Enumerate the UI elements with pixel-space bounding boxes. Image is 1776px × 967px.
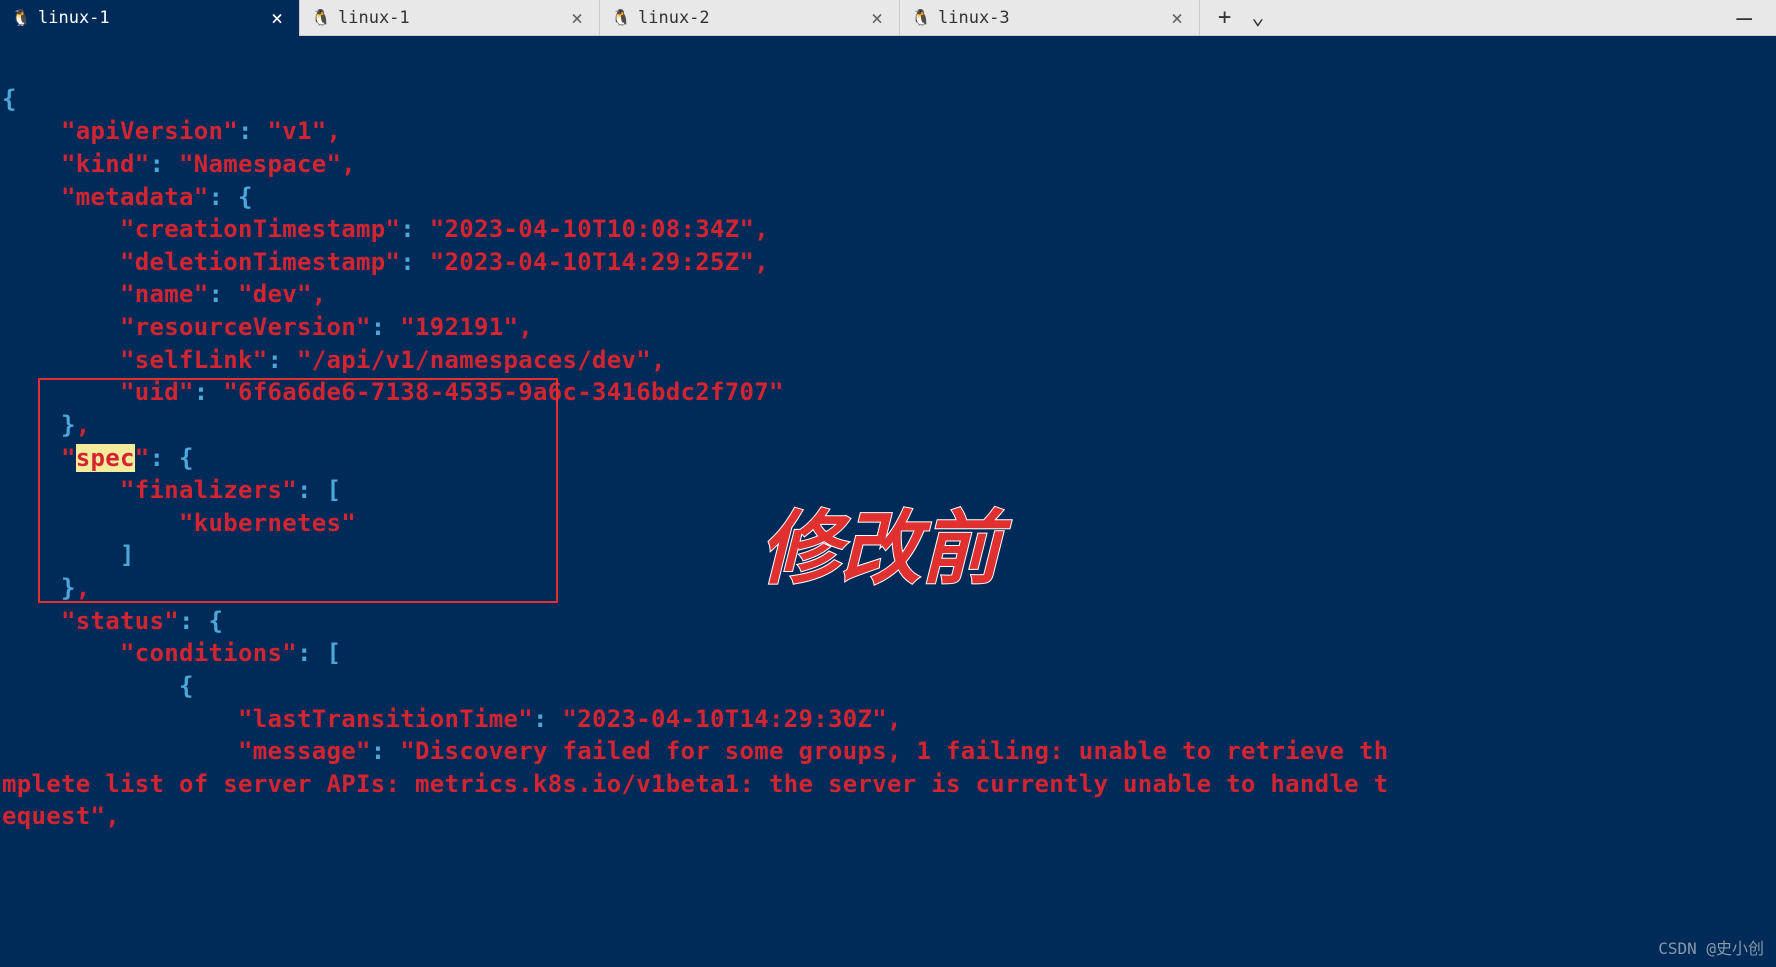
json-comma: , <box>341 150 356 178</box>
json-string: "2023-04-10T14:29:30Z" <box>562 705 886 733</box>
json-comma: , <box>754 215 769 243</box>
json-brace-close: } <box>61 411 76 439</box>
json-comma: , <box>105 802 120 830</box>
json-key: "lastTransitionTime" <box>238 705 533 733</box>
penguin-icon: 🐧 <box>312 9 330 27</box>
json-key: "apiVersion" <box>61 117 238 145</box>
json-colon: : <box>371 313 386 341</box>
json-comma: , <box>327 117 342 145</box>
penguin-icon: 🐧 <box>612 9 630 27</box>
tab-linux-3[interactable]: 🐧 linux-3 × <box>900 0 1200 36</box>
json-string: "2023-04-10T14:29:25Z" <box>430 248 754 276</box>
json-key: "deletionTimestamp" <box>120 248 400 276</box>
tab-dropdown-button[interactable]: ⌄ <box>1245 5 1270 30</box>
tab-label: linux-1 <box>38 8 110 28</box>
json-string: mplete list of server APIs: metrics.k8s.… <box>2 770 1388 798</box>
json-colon: : <box>297 476 312 504</box>
tab-label: linux-2 <box>638 8 710 28</box>
json-brace-close: } <box>61 574 76 602</box>
json-comma: , <box>312 280 327 308</box>
json-key: "status" <box>61 607 179 635</box>
add-tab-button[interactable]: + <box>1212 5 1237 30</box>
json-key: "creationTimestamp" <box>120 215 400 243</box>
json-key-highlighted: spec <box>76 444 135 472</box>
json-string: "/api/v1/namespaces/dev" <box>297 346 651 374</box>
json-string: "v1" <box>268 117 327 145</box>
json-colon: : <box>400 248 415 276</box>
json-key: "selfLink" <box>120 346 268 374</box>
json-bracket-open: [ <box>327 639 342 667</box>
json-key: "conditions" <box>120 639 297 667</box>
json-string: "Discovery failed for some groups, 1 fai… <box>400 737 1388 765</box>
tab-controls: + ⌄ <box>1200 5 1283 30</box>
tab-linux-1[interactable]: 🐧 linux-1 × <box>300 0 600 36</box>
json-key-quote: " <box>61 444 76 472</box>
json-colon: : <box>179 607 194 635</box>
json-comma: , <box>76 411 91 439</box>
json-key: "metadata" <box>61 183 209 211</box>
json-brace-open: { <box>2 85 17 113</box>
json-comma: , <box>518 313 533 341</box>
close-icon[interactable]: × <box>1167 6 1187 30</box>
json-key: "resourceVersion" <box>120 313 371 341</box>
json-comma: , <box>76 574 91 602</box>
json-colon: : <box>150 150 165 178</box>
json-comma: , <box>651 346 666 374</box>
json-brace-open: { <box>179 444 194 472</box>
json-comma: , <box>754 248 769 276</box>
json-string: "2023-04-10T10:08:34Z" <box>430 215 754 243</box>
json-colon: : <box>209 183 224 211</box>
json-colon: : <box>297 639 312 667</box>
json-colon: : <box>194 378 209 406</box>
tab-linux-1-active[interactable]: 🐧 linux-1 × <box>0 0 300 36</box>
json-bracket-open: [ <box>327 476 342 504</box>
json-key: "kind" <box>61 150 150 178</box>
terminal-content[interactable]: { "apiVersion": "v1", "kind": "Namespace… <box>0 36 1776 945</box>
tab-label: linux-3 <box>938 8 1010 28</box>
json-comma: , <box>887 705 902 733</box>
penguin-icon: 🐧 <box>12 9 30 27</box>
json-colon: : <box>371 737 386 765</box>
json-colon: : <box>150 444 165 472</box>
json-brace-open: { <box>179 672 194 700</box>
json-key: "message" <box>238 737 371 765</box>
json-brace-open: { <box>209 607 224 635</box>
json-bracket-close: ] <box>120 541 135 569</box>
watermark-text: CSDN @史小创 <box>1658 935 1764 959</box>
tab-linux-2[interactable]: 🐧 linux-2 × <box>600 0 900 36</box>
tab-label: linux-1 <box>338 8 410 28</box>
minimize-button[interactable]: — <box>1712 3 1776 33</box>
close-icon[interactable]: × <box>567 6 587 30</box>
json-string: "Namespace" <box>179 150 341 178</box>
close-icon[interactable]: × <box>267 6 287 30</box>
json-string: "dev" <box>238 280 312 308</box>
penguin-icon: 🐧 <box>912 9 930 27</box>
annotation-text: 修改前 <box>760 496 1001 605</box>
json-string: "6f6a6de6-7138-4535-9a6c-3416bdc2f707" <box>223 378 783 406</box>
json-colon: : <box>238 117 253 145</box>
json-colon: : <box>400 215 415 243</box>
json-key: "name" <box>120 280 209 308</box>
json-key-quote: " <box>135 444 150 472</box>
json-key: "uid" <box>120 378 194 406</box>
close-icon[interactable]: × <box>867 6 887 30</box>
tab-bar: 🐧 linux-1 × 🐧 linux-1 × 🐧 linux-2 × 🐧 li… <box>0 0 1776 36</box>
json-colon: : <box>209 280 224 308</box>
json-string: equest" <box>2 802 105 830</box>
json-colon: : <box>533 705 548 733</box>
json-key: "finalizers" <box>120 476 297 504</box>
json-brace-open: { <box>238 183 253 211</box>
json-string: "kubernetes" <box>179 509 356 537</box>
json-string: "192191" <box>400 313 518 341</box>
json-colon: : <box>268 346 283 374</box>
